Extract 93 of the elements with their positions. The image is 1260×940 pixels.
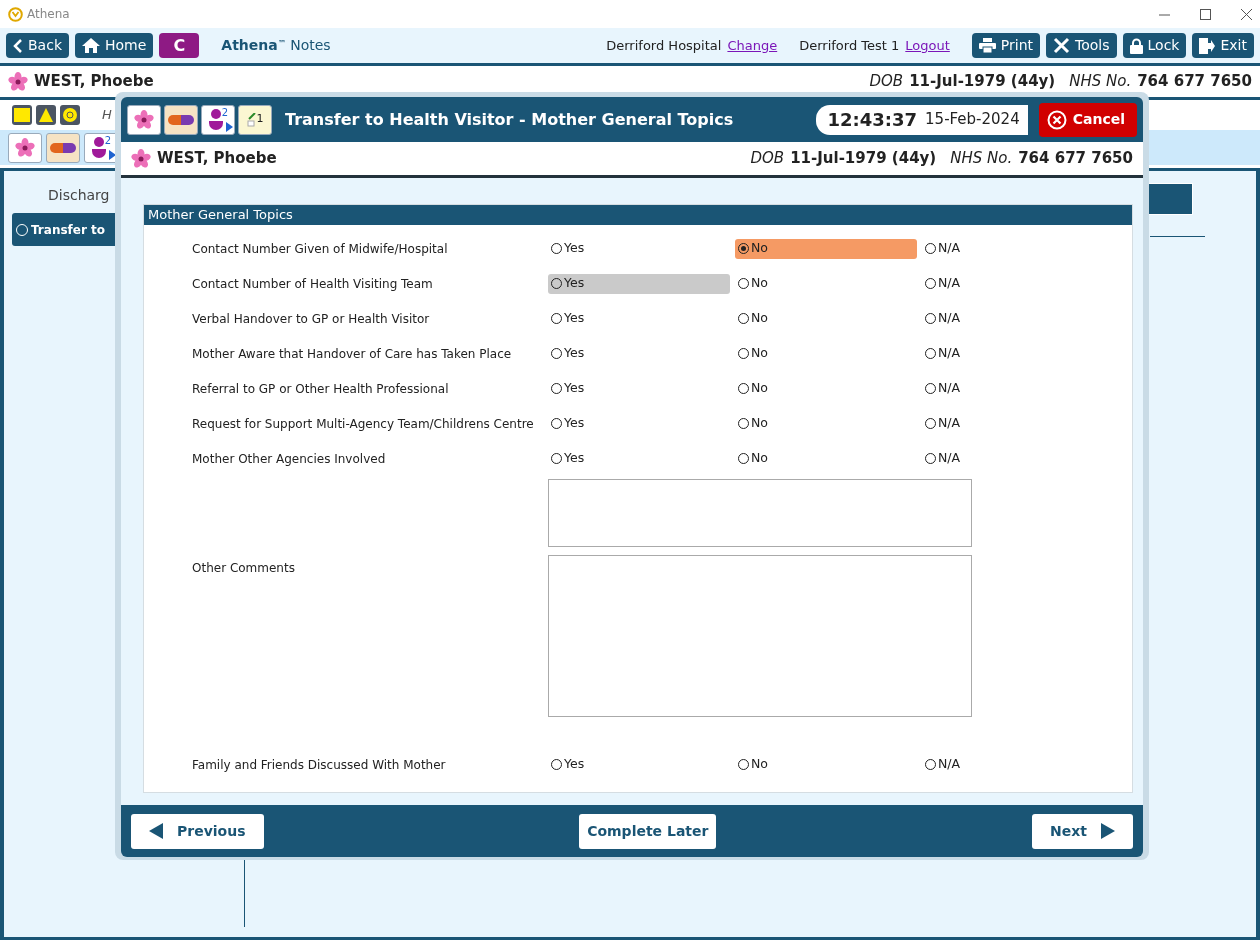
count-label: 1 — [256, 111, 264, 128]
close-icon — [1046, 109, 1067, 130]
hint-text: H — [102, 106, 112, 125]
dob-value: 11-Jul-1979 (44y) — [909, 71, 1056, 93]
home-icon — [82, 38, 100, 53]
print-button[interactable]: Print — [971, 33, 1041, 58]
window-title: Athena — [27, 6, 70, 23]
left-triangle-icon — [149, 823, 163, 839]
question-label: Mother Aware that Handover of Care has Taken Place — [192, 345, 513, 363]
nhs-label: NHS No. — [1069, 71, 1132, 93]
radio-option[interactable]: N/A — [922, 273, 1104, 294]
back-button[interactable]: Back — [6, 33, 69, 58]
dob-value: 11-Jul-1979 (44y) — [790, 148, 937, 170]
radio-option[interactable]: N/A — [922, 238, 1104, 259]
gear-icon[interactable] — [60, 105, 80, 125]
close-icon[interactable] — [1241, 8, 1252, 20]
cancel-button[interactable]: Cancel — [1038, 102, 1137, 137]
radio-option[interactable]: Yes — [548, 413, 730, 434]
logout-link[interactable]: Logout — [905, 35, 950, 56]
capsule-icon — [50, 142, 76, 153]
chevron-left-icon — [13, 38, 23, 53]
help-icon[interactable] — [36, 105, 56, 125]
nhs-value: 764 677 7650 — [1018, 148, 1133, 170]
dob-label: DOB — [750, 148, 785, 170]
app-brand: Athena$^{™}$ Notes — [221, 36, 331, 55]
flower-icon — [131, 148, 151, 169]
comment-field[interactable] — [548, 479, 972, 547]
question-label: Other Comments — [192, 560, 296, 577]
nhs-label: NHS No. — [950, 148, 1013, 170]
radio-option[interactable]: N/A — [922, 413, 1104, 434]
next-button[interactable]: Next — [1032, 813, 1133, 849]
radio-option[interactable]: N/A — [922, 754, 1104, 775]
radio-option[interactable]: Yes — [548, 273, 730, 294]
question-label: Request for Support Multi-Agency Team/Childrens Centre — [192, 415, 535, 433]
person-arrow-icon — [207, 107, 234, 132]
nhs-value: 764 677 7650 — [1137, 71, 1252, 93]
question-label: Verbal Handover to GP or Health Visitor — [192, 310, 431, 328]
lock-icon — [1129, 37, 1143, 54]
person-arrow-icon — [90, 135, 117, 160]
radio-option[interactable]: N/A — [922, 448, 1104, 469]
time-text: 12:43:37 — [827, 108, 918, 132]
comment-field[interactable] — [548, 555, 972, 717]
radio-option[interactable]: Yes — [548, 448, 730, 469]
home-button[interactable]: Home — [75, 33, 154, 58]
capsule-icon — [168, 114, 194, 125]
flower-icon — [8, 71, 28, 92]
radio-option[interactable]: No — [735, 754, 917, 775]
lock-button[interactable]: Lock — [1122, 33, 1187, 58]
printer-icon — [978, 38, 996, 53]
radio-option[interactable]: Yes — [548, 238, 730, 259]
dob-label: DOB — [869, 71, 904, 93]
right-triangle-icon — [1101, 823, 1115, 839]
complete-later-button[interactable]: Complete Later — [579, 813, 717, 849]
change-link[interactable]: Change — [727, 35, 778, 56]
question-label: Family and Friends Discussed With Mother — [192, 756, 447, 774]
flower-icon — [15, 137, 35, 158]
tools-button[interactable]: Tools — [1046, 33, 1117, 58]
exit-icon — [1199, 37, 1216, 54]
radio-option[interactable]: Yes — [548, 343, 730, 364]
patient-name: WEST, Phoebe — [34, 71, 154, 93]
count-label: 2 — [221, 106, 229, 120]
count-label: 2 — [104, 134, 112, 148]
question-label: Mother Other Agencies Involved — [192, 450, 387, 468]
radio-option[interactable]: N/A — [922, 343, 1104, 364]
logo-icon — [8, 6, 23, 22]
radio-option[interactable]: Yes — [548, 754, 730, 775]
radio-option[interactable]: Yes — [548, 308, 730, 329]
radio-option[interactable]: No — [735, 448, 917, 469]
section-label: Discharg — [48, 186, 110, 205]
question-label: Contact Number of Health Visiting Team — [192, 275, 434, 293]
radio-option[interactable]: No — [735, 378, 917, 399]
radio-option[interactable]: Yes — [548, 378, 730, 399]
radio-option[interactable]: N/A — [922, 378, 1104, 399]
maximize-icon[interactable] — [1200, 8, 1211, 20]
question-label: Referral to GP or Other Health Professional — [192, 380, 450, 398]
dialog-title: Transfer to Health Visitor - Mother General Topics — [285, 108, 734, 131]
date-text: 15-Feb-2024 — [925, 109, 1020, 131]
hospital-name: Derriford Hospital — [606, 36, 722, 55]
user-name: Derriford Test 1 — [799, 36, 900, 55]
previous-button[interactable]: Previous — [131, 813, 264, 849]
c-button[interactable]: C — [159, 33, 200, 58]
flower-icon — [134, 109, 154, 130]
radio-option[interactable]: No — [735, 238, 917, 259]
radio-option[interactable]: No — [735, 273, 917, 294]
section-header: Mother General Topics — [144, 205, 1132, 225]
exit-button[interactable]: Exit — [1192, 33, 1254, 58]
radio-option[interactable]: No — [735, 343, 917, 364]
radio-option[interactable]: No — [735, 413, 917, 434]
radio-option[interactable]: N/A — [922, 308, 1104, 329]
patient-name: WEST, Phoebe — [157, 148, 277, 170]
radio-option[interactable]: No — [735, 308, 917, 329]
note-icon — [246, 112, 257, 127]
question-label: Contact Number Given of Midwife/Hospital — [192, 240, 449, 258]
